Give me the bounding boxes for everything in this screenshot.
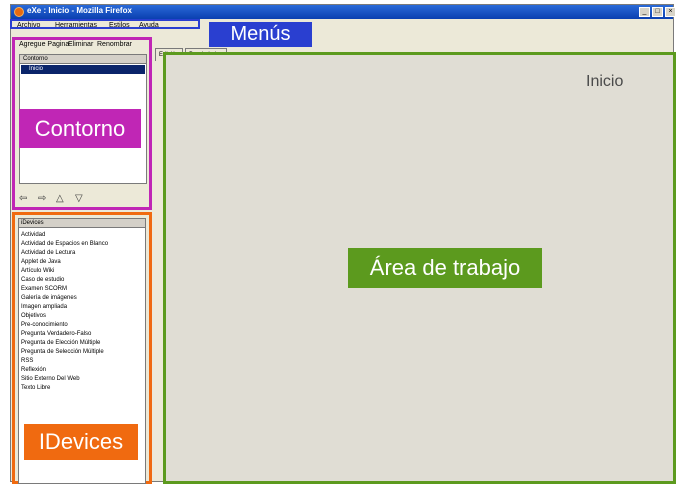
idevice-item[interactable]: Artículo Wiki [21,267,108,276]
idevice-item[interactable]: Actividad de Lectura [21,249,108,258]
add-page-button[interactable]: Agregue Pagina [19,41,69,48]
idevice-item[interactable]: Pregunta de Selección Múltiple [21,348,108,357]
outline-header: Contorno [20,55,146,64]
promote-node-icon[interactable]: ⇦ [19,193,27,204]
idevice-item[interactable]: Galería de imágenes [21,294,108,303]
work-area-annotation: Área de trabajo [348,248,542,288]
idevice-item[interactable]: Applet de Java [21,258,108,267]
idevice-item[interactable]: Pre-conocimiento [21,321,108,330]
title-bar: eXe : Inicio - Mozilla Firefox _ □ × [11,5,676,19]
menus-highlight [10,19,200,29]
idevices-list: Actividad Actividad de Espacios en Blanc… [21,231,108,393]
page-title: Inicio [586,73,624,90]
idevice-item[interactable]: Pregunta de Elección Múltiple [21,339,108,348]
idevice-item[interactable]: Objetivos [21,312,108,321]
window-title: eXe : Inicio - Mozilla Firefox [27,6,132,15]
maximize-button[interactable]: □ [652,7,663,17]
idevice-item[interactable]: RSS [21,357,108,366]
idevice-item[interactable]: Pregunta Verdadero-Falso [21,330,108,339]
move-down-icon[interactable]: ▽ [75,193,83,204]
move-up-icon[interactable]: △ [56,193,64,204]
exe-app-icon [14,7,24,17]
idevice-item[interactable]: Actividad [21,231,108,240]
idevice-item[interactable]: Imagen ampliada [21,303,108,312]
idevice-item[interactable]: Texto Libre [21,384,108,393]
idevice-item[interactable]: Reflexión [21,366,108,375]
outline-node-inicio[interactable]: Inicio [21,65,145,74]
rename-button[interactable]: Renombrar [97,41,132,48]
idevice-item[interactable]: Actividad de Espacios en Blanco [21,240,108,249]
idevices-header: iDevices [19,219,145,228]
menus-annotation: Menús [209,22,312,47]
idevice-item[interactable]: Caso de estudio [21,276,108,285]
idevice-item[interactable]: Examen SCORM [21,285,108,294]
delete-button[interactable]: Eliminar [68,41,93,48]
close-button[interactable]: × [665,7,676,17]
idevice-item[interactable]: Sitio Externo Del Web [21,375,108,384]
demote-node-icon[interactable]: ⇨ [38,193,46,204]
minimize-button[interactable]: _ [639,7,650,17]
contorno-annotation: Contorno [19,109,141,148]
idevices-annotation: IDevices [24,424,138,460]
